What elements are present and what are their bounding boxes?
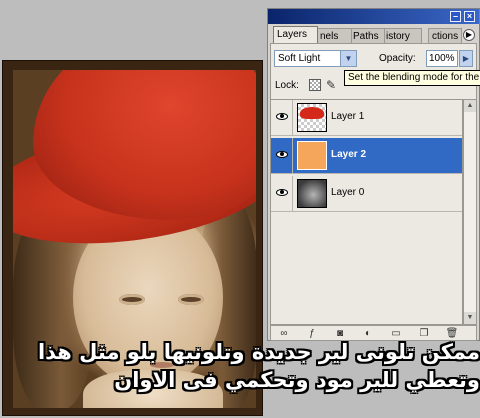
layer-mask-icon[interactable]: ◙ xyxy=(333,328,347,339)
new-group-icon[interactable]: ▭ xyxy=(389,328,403,339)
layers-palette: – × ctions istory Paths nels Layers ▶ So… xyxy=(267,8,480,341)
layer-name: Layer 1 xyxy=(331,111,365,122)
visibility-toggle[interactable] xyxy=(271,176,293,211)
scroll-down-icon[interactable]: ▼ xyxy=(464,312,476,324)
close-icon[interactable]: × xyxy=(464,11,475,22)
layers-list: Layer 1 Layer 2 Layer 0 xyxy=(270,99,463,325)
layer-style-icon[interactable]: ƒ xyxy=(305,328,319,339)
eye-left xyxy=(119,294,145,305)
trash-icon[interactable]: 🗑 xyxy=(445,328,459,339)
tab-paths[interactable]: Paths xyxy=(349,28,385,43)
minimize-icon[interactable]: – xyxy=(450,11,461,22)
brush-icon[interactable]: ✎ xyxy=(326,78,336,92)
tab-actions[interactable]: ctions xyxy=(428,28,462,43)
eye-right xyxy=(178,294,204,305)
layer-row-layer-0[interactable]: Layer 0 xyxy=(271,176,462,212)
chevron-down-icon[interactable]: ▼ xyxy=(340,51,356,66)
layer-thumbnail xyxy=(297,179,327,208)
lock-label: Lock: xyxy=(275,80,299,91)
layer-thumbnail xyxy=(297,141,327,170)
layer-row-layer-2[interactable]: Layer 2 xyxy=(271,138,462,174)
caption-line-1: ممكن تلونى لير جديدة وتلونيها بلو مثل هذ… xyxy=(37,340,480,364)
eye-icon xyxy=(276,189,288,196)
layer-thumbnail xyxy=(297,103,327,132)
tab-layers[interactable]: Layers xyxy=(273,26,318,43)
adjustment-layer-icon[interactable]: ◐ xyxy=(361,328,375,339)
visibility-toggle[interactable] xyxy=(271,138,293,173)
blend-mode-tooltip: Set the blending mode for the xyxy=(344,70,480,86)
new-layer-icon[interactable]: ❐ xyxy=(417,328,431,339)
link-icon[interactable]: ∞ xyxy=(277,328,291,339)
eye-icon xyxy=(276,151,288,158)
eye-icon xyxy=(276,113,288,120)
scroll-up-icon[interactable]: ▲ xyxy=(464,100,476,112)
blend-mode-select[interactable]: Soft Light ▼ xyxy=(274,50,357,67)
layer-row-layer-1[interactable]: Layer 1 xyxy=(271,100,462,136)
layer-name: Layer 2 xyxy=(331,149,367,160)
opacity-slider-arrow-icon[interactable]: ▶ xyxy=(459,50,473,67)
palette-tabs: ctions istory Paths nels Layers ▶ xyxy=(270,26,477,43)
tab-channels[interactable]: nels xyxy=(316,28,352,43)
caption-line-2: وتعطي للير مود وتحكمي فى الاوان xyxy=(114,368,480,392)
palette-bottom-bar: ∞ ƒ ◙ ◐ ▭ ❐ 🗑 xyxy=(270,325,477,341)
tab-history[interactable]: istory xyxy=(382,28,422,43)
visibility-toggle[interactable] xyxy=(271,100,293,135)
blend-mode-value: Soft Light xyxy=(278,53,321,64)
layer-name: Layer 0 xyxy=(331,187,365,198)
opacity-label: Opacity: xyxy=(379,53,416,64)
lock-transparency-checkbox[interactable] xyxy=(309,79,321,91)
palette-title-bar[interactable]: – × xyxy=(268,9,479,24)
opacity-input[interactable]: 100% xyxy=(426,50,458,67)
palette-menu-icon[interactable]: ▶ xyxy=(463,29,475,41)
layers-scrollbar[interactable]: ▲ ▼ xyxy=(463,99,477,325)
